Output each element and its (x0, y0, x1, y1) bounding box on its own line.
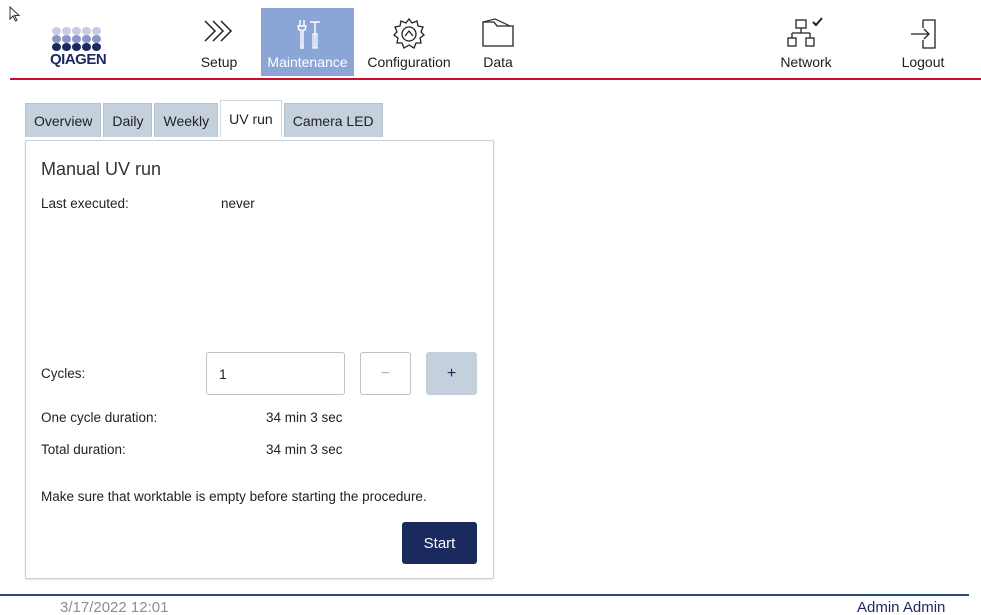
nav-data-label: Data (483, 54, 513, 70)
nav-data[interactable]: Data (468, 8, 528, 76)
header-divider (10, 78, 981, 80)
nav-setup[interactable]: Setup (188, 8, 250, 76)
tab-overview[interactable]: Overview (25, 103, 102, 137)
nav-configuration-label: Configuration (367, 54, 451, 70)
cycle-duration-label: One cycle duration: (41, 410, 158, 425)
footer-datetime: 3/17/2022 12:01 (60, 599, 169, 615)
nav-logout-label: Logout (901, 54, 945, 70)
cycles-input[interactable] (206, 352, 345, 395)
footer-user-name: Admin Admin (857, 599, 946, 615)
cycle-duration-value: 34 min 3 sec (266, 410, 343, 425)
nav-maintenance[interactable]: Maintenance (261, 8, 354, 76)
total-duration-label: Total duration: (41, 442, 126, 457)
decrease-cycles-button[interactable]: − (360, 352, 411, 395)
nav-maintenance-label: Maintenance (267, 54, 348, 70)
network-connected-icon (787, 17, 823, 47)
gear-icon (393, 17, 425, 49)
last-executed-label: Last executed: (41, 196, 129, 211)
nav-setup-label: Setup (200, 54, 238, 70)
last-executed-value: never (221, 196, 255, 211)
worktable-notice: Make sure that worktable is empty before… (41, 489, 427, 504)
maintenance-tabs: Overview Daily Weekly UV run Camera LED (25, 100, 383, 137)
tools-icon (296, 20, 320, 49)
logo-wordmark: QIAGEN (50, 51, 107, 68)
nav-network-label: Network (780, 54, 832, 70)
nav-network[interactable]: Network (771, 8, 841, 76)
cycles-label: Cycles: (41, 366, 86, 381)
manual-uv-run-panel: Manual UV run Last executed: never Cycle… (25, 140, 494, 579)
nav-configuration[interactable]: Configuration (361, 8, 457, 76)
top-navigation-bar: QIAGEN Setup Maintenance Configuration D… (0, 0, 981, 87)
tab-uv-run[interactable]: UV run (220, 100, 282, 137)
start-button[interactable]: Start (402, 522, 477, 564)
logout-icon (911, 19, 936, 49)
panel-title: Manual UV run (41, 159, 162, 179)
footer-divider (0, 594, 969, 596)
nav-logout[interactable]: Logout (888, 8, 958, 76)
folder-icon (482, 18, 514, 47)
tab-camera-led[interactable]: Camera LED (283, 103, 383, 137)
increase-cycles-button[interactable]: + (426, 352, 477, 395)
tab-weekly[interactable]: Weekly (154, 103, 219, 137)
tab-daily[interactable]: Daily (103, 103, 153, 137)
chevrons-right-icon (204, 20, 233, 42)
logo-dots (52, 27, 101, 51)
total-duration-value: 34 min 3 sec (266, 442, 343, 457)
